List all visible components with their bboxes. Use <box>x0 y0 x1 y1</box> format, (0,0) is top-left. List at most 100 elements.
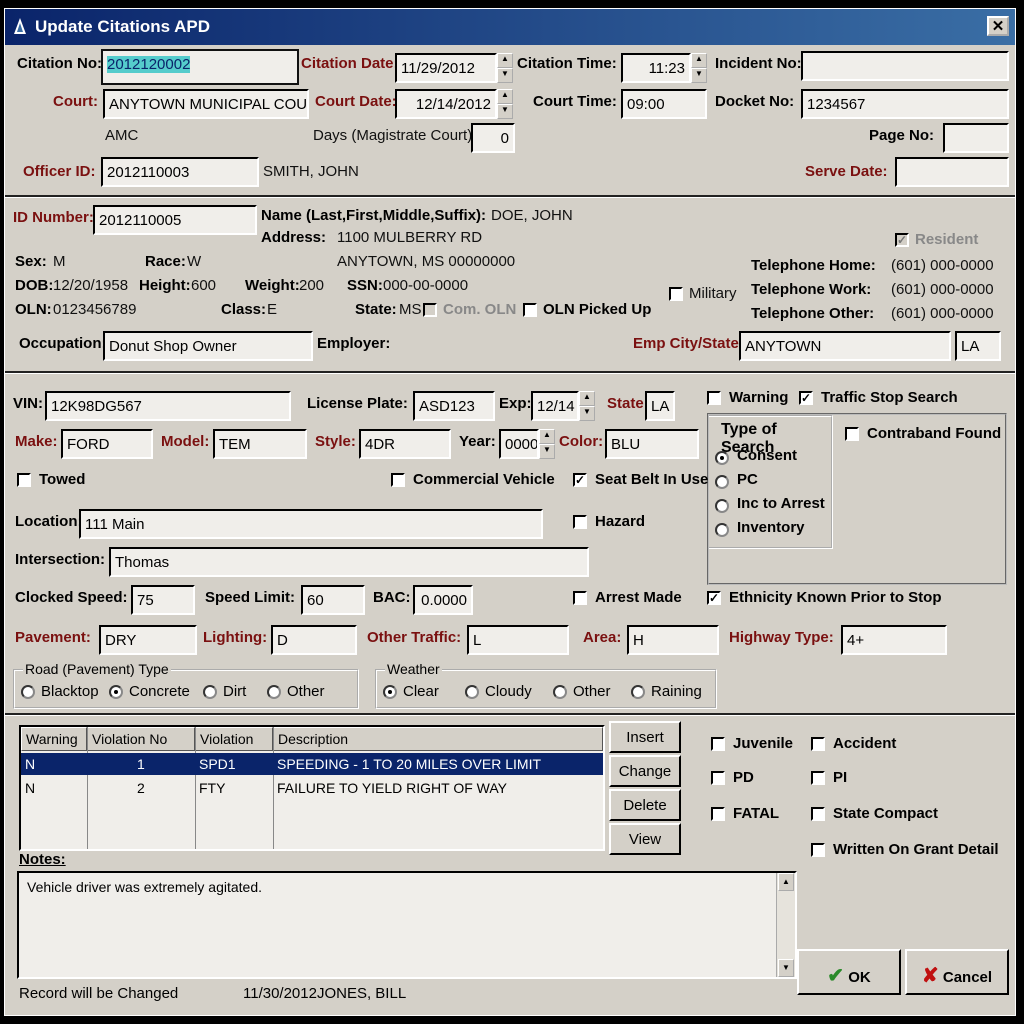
style-field[interactable]: 4DR <box>359 429 451 459</box>
traffic-stop-search-checkbox[interactable]: ✓ <box>799 391 813 405</box>
license-plate-field[interactable]: ASD123 <box>413 391 495 421</box>
citation-time-spinner[interactable]: ▲ ▼ <box>691 53 707 83</box>
scroll-down-icon[interactable]: ▼ <box>778 959 794 977</box>
weather-other-radio[interactable] <box>553 685 567 699</box>
accident-checkbox[interactable] <box>811 737 825 751</box>
citation-date-field[interactable]: 11/29/2012 <box>395 53 497 83</box>
seat-belt-checkbox[interactable]: ✓ <box>573 473 587 487</box>
delete-button[interactable]: Delete <box>609 789 681 821</box>
citation-date-spinner[interactable]: ▲ ▼ <box>497 53 513 83</box>
serve-date-field[interactable] <box>895 157 1009 187</box>
scroll-up-icon[interactable]: ▲ <box>778 873 794 891</box>
area-field[interactable]: H <box>627 625 719 655</box>
commercial-vehicle-checkbox[interactable] <box>391 473 405 487</box>
fatal-checkbox[interactable] <box>711 807 725 821</box>
notes-scrollbar[interactable]: ▲ ▼ <box>776 873 795 977</box>
hazard-checkbox[interactable] <box>573 515 587 529</box>
id-number-field[interactable]: 2012110005 <box>93 205 257 235</box>
ok-label: OK <box>848 969 871 986</box>
contraband-found-checkbox[interactable] <box>845 427 859 441</box>
column-header[interactable]: Description <box>273 727 603 751</box>
spin-up-icon[interactable]: ▲ <box>579 391 595 406</box>
vin-field[interactable]: 12K98DG567 <box>45 391 291 421</box>
citation-no-field[interactable]: 2012120002 <box>101 49 299 85</box>
officer-id-field[interactable]: 2012110003 <box>101 157 259 187</box>
exp-field[interactable]: 12/14 <box>531 391 579 421</box>
emp-state-field[interactable]: LA <box>955 331 1001 361</box>
road-other-radio[interactable] <box>267 685 281 699</box>
arrest-made-checkbox[interactable] <box>573 591 587 605</box>
page-no-field[interactable] <box>943 123 1009 153</box>
road-concrete-radio[interactable] <box>109 685 123 699</box>
pd-label: PD <box>733 769 754 786</box>
citation-time-field[interactable]: 11:23 <box>621 53 691 83</box>
court-date-spinner[interactable]: ▲ ▼ <box>497 89 513 119</box>
insert-button[interactable]: Insert <box>609 721 681 753</box>
other-traffic-field[interactable]: L <box>467 625 569 655</box>
spin-up-icon[interactable]: ▲ <box>497 53 513 68</box>
change-button[interactable]: Change <box>609 755 681 787</box>
weather-raining-radio[interactable] <box>631 685 645 699</box>
spin-up-icon[interactable]: ▲ <box>497 89 513 104</box>
incident-no-field[interactable] <box>801 51 1009 81</box>
spin-down-icon[interactable]: ▼ <box>497 68 513 83</box>
towed-checkbox[interactable] <box>17 473 31 487</box>
state-compact-checkbox[interactable] <box>811 807 825 821</box>
vehicle-state-field[interactable]: LA <box>645 391 675 421</box>
make-field[interactable]: FORD <box>61 429 153 459</box>
spin-down-icon[interactable]: ▼ <box>579 406 595 421</box>
ethnicity-checkbox[interactable]: ✓ <box>707 591 721 605</box>
table-row[interactable]: N 1 SPD1 SPEEDING - 1 TO 20 MILES OVER L… <box>21 753 603 775</box>
year-spinner[interactable]: ▲ ▼ <box>539 429 555 459</box>
highway-type-label: Highway Type: <box>729 629 834 646</box>
weather-clear-radio[interactable] <box>383 685 397 699</box>
location-field[interactable]: 111 Main <box>79 509 543 539</box>
lighting-field[interactable]: D <box>271 625 357 655</box>
ok-button[interactable]: ✔ OK <box>797 949 901 995</box>
juvenile-checkbox[interactable] <box>711 737 725 751</box>
warning-checkbox[interactable] <box>707 391 721 405</box>
year-field[interactable]: 0000 <box>499 429 539 459</box>
exp-spinner[interactable]: ▲ ▼ <box>579 391 595 421</box>
days-field[interactable]: 0 <box>471 123 515 153</box>
occupation-field[interactable]: Donut Shop Owner <box>103 331 313 361</box>
violations-table[interactable]: Warning Violation No Violation Descripti… <box>19 725 605 851</box>
docket-no-label: Docket No: <box>715 93 795 110</box>
spin-down-icon[interactable]: ▼ <box>691 68 707 83</box>
table-row[interactable]: N 2 FTY FAILURE TO YIELD RIGHT OF WAY <box>21 777 603 799</box>
notes-textarea[interactable]: Vehicle driver was extremely agitated. ▲… <box>17 871 797 979</box>
view-button[interactable]: View <box>609 823 681 855</box>
color-field[interactable]: BLU <box>605 429 699 459</box>
spin-down-icon[interactable]: ▼ <box>497 104 513 119</box>
spin-down-icon[interactable]: ▼ <box>539 444 555 459</box>
intersection-field[interactable]: Thomas <box>109 547 589 577</box>
road-option-label: Blacktop <box>41 683 99 700</box>
spin-up-icon[interactable]: ▲ <box>691 53 707 68</box>
court-field[interactable]: ANYTOWN MUNICIPAL COURT <box>103 89 309 119</box>
speed-limit-field[interactable]: 60 <box>301 585 365 615</box>
court-time-field[interactable]: 09:00 <box>621 89 707 119</box>
highway-type-field[interactable]: 4+ <box>841 625 947 655</box>
spin-up-icon[interactable]: ▲ <box>539 429 555 444</box>
road-blacktop-radio[interactable] <box>21 685 35 699</box>
cancel-button[interactable]: ✘ Cancel <box>905 949 1009 995</box>
column-header[interactable]: Warning <box>21 727 87 751</box>
military-checkbox[interactable] <box>669 287 683 301</box>
docket-no-field[interactable]: 1234567 <box>801 89 1009 119</box>
court-date-field[interactable]: 12/14/2012 <box>395 89 497 119</box>
pd-checkbox[interactable] <box>711 771 725 785</box>
column-header[interactable]: Violation <box>195 727 273 751</box>
close-icon[interactable]: ✕ <box>987 16 1009 36</box>
pavement-field[interactable]: DRY <box>99 625 197 655</box>
oln-picked-up-checkbox[interactable] <box>523 303 537 317</box>
bac-field[interactable]: 0.0000 <box>413 585 473 615</box>
pi-checkbox[interactable] <box>811 771 825 785</box>
road-dirt-radio[interactable] <box>203 685 217 699</box>
military-label: Military <box>689 285 737 302</box>
model-field[interactable]: TEM <box>213 429 307 459</box>
emp-city-field[interactable]: ANYTOWN <box>739 331 951 361</box>
column-header[interactable]: Violation No <box>87 727 195 751</box>
clocked-speed-field[interactable]: 75 <box>131 585 195 615</box>
grant-detail-checkbox[interactable] <box>811 843 825 857</box>
weather-cloudy-radio[interactable] <box>465 685 479 699</box>
